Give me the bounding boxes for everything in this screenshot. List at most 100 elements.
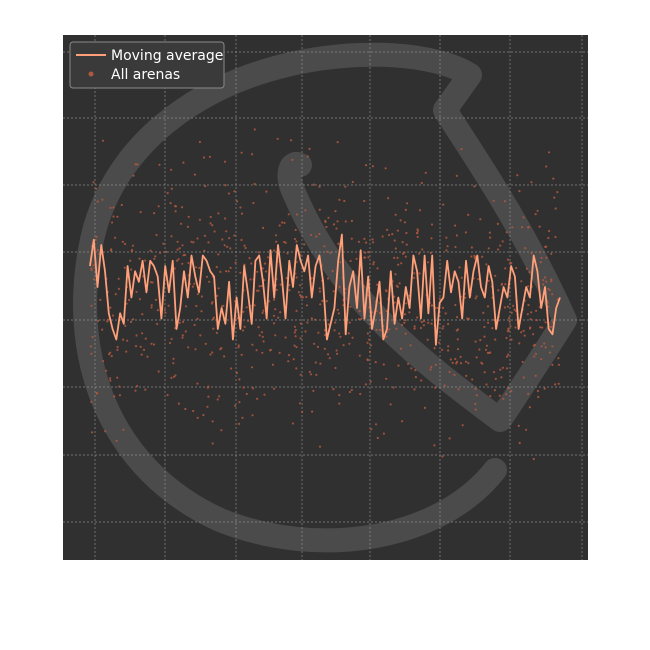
scatter-point: [338, 198, 341, 201]
scatter-point: [488, 231, 491, 234]
scatter-point: [460, 276, 463, 279]
scatter-point: [434, 363, 437, 366]
scatter-point: [401, 241, 404, 244]
scatter-point: [274, 308, 277, 311]
scatter-point: [410, 367, 413, 370]
scatter-point: [399, 347, 403, 350]
scatter-point: [192, 409, 195, 413]
scatter-point: [306, 321, 309, 324]
scatter-point: [363, 237, 366, 240]
scatter-point: [303, 243, 306, 246]
scatter-point: [502, 397, 505, 400]
scatter-point: [387, 197, 390, 200]
scatter-point: [517, 424, 520, 427]
scatter-point: [309, 373, 313, 376]
scatter-point: [426, 261, 430, 264]
scatter-point: [336, 220, 339, 223]
scatter-point: [474, 408, 477, 411]
scatter-point: [293, 331, 296, 334]
scatter-point: [131, 248, 134, 252]
scatter-point: [211, 224, 214, 227]
scatter-point: [169, 202, 172, 205]
scatter-point: [550, 252, 553, 255]
scatter-point: [532, 457, 535, 461]
scatter-point: [236, 200, 239, 203]
scatter-point: [156, 322, 159, 326]
scatter-point: [368, 350, 372, 353]
scatter-point: [334, 321, 337, 324]
scatter-point: [215, 331, 218, 334]
scatter-point: [149, 249, 152, 252]
scatter-point: [528, 327, 532, 330]
scatter-point: [497, 289, 500, 292]
scatter-point: [487, 321, 490, 324]
scatter-point: [96, 391, 99, 395]
scatter-point: [112, 215, 115, 218]
scatter-point: [388, 328, 391, 331]
scatter-point: [205, 275, 209, 278]
scatter-point: [114, 236, 117, 239]
scatter-point: [172, 357, 175, 360]
scatter-point: [252, 201, 255, 205]
scatter-point: [459, 355, 462, 358]
scatter-point: [396, 256, 399, 259]
scatter-point: [393, 239, 396, 242]
scatter-point: [520, 280, 523, 283]
scatter-point: [126, 339, 129, 342]
scatter-point: [443, 384, 446, 387]
scatter-point: [500, 376, 503, 379]
scatter-point: [337, 312, 341, 315]
scatter-point: [110, 249, 113, 252]
scatter-point: [507, 353, 510, 356]
scatter-point: [114, 293, 117, 296]
scatter-point: [275, 240, 278, 243]
scatter-point: [101, 328, 104, 331]
scatter-point: [406, 202, 409, 205]
scatter-point: [433, 347, 436, 350]
scatter-point: [338, 332, 341, 335]
scatter-point: [482, 311, 485, 314]
scatter-point: [265, 190, 268, 193]
scatter-point: [500, 283, 503, 286]
scatter-point: [238, 378, 241, 381]
scatter-point: [243, 244, 246, 247]
scatter-point: [537, 395, 540, 399]
scatter-point: [187, 346, 190, 349]
scatter-point: [543, 342, 546, 345]
scatter-point: [422, 324, 425, 327]
scatter-point: [489, 395, 492, 398]
scatter-point: [525, 267, 529, 270]
scatter-point: [430, 365, 433, 369]
scatter-point: [291, 422, 294, 425]
scatter-point: [109, 351, 112, 354]
scatter-point: [339, 261, 342, 264]
scatter-point: [329, 251, 332, 254]
scatter-point: [243, 325, 246, 328]
scatter-point: [198, 140, 201, 144]
scatter-point: [455, 329, 458, 332]
scatter-point: [548, 229, 551, 233]
scatter-point: [397, 364, 400, 367]
scatter-point: [473, 185, 476, 188]
scatter-point: [196, 293, 200, 296]
scatter-point: [239, 206, 242, 209]
scatter-point: [269, 349, 272, 352]
scatter-point: [305, 295, 308, 299]
scatter-point: [455, 362, 458, 365]
scatter-point: [225, 270, 228, 273]
scatter-point: [116, 215, 119, 218]
scatter-point: [382, 432, 385, 435]
scatter-point: [193, 173, 196, 176]
scatter-point: [474, 388, 477, 391]
scatter-point: [308, 147, 311, 150]
scatter-point: [467, 213, 470, 216]
scatter-point: [516, 174, 519, 177]
scatter-point: [253, 128, 256, 131]
scatter-point: [193, 282, 196, 285]
scatter-point: [213, 230, 216, 233]
scatter-point: [511, 226, 514, 229]
scatter-point: [420, 181, 423, 185]
scatter-point: [211, 420, 214, 423]
scatter-point: [139, 345, 142, 348]
scatter-point: [409, 344, 412, 347]
